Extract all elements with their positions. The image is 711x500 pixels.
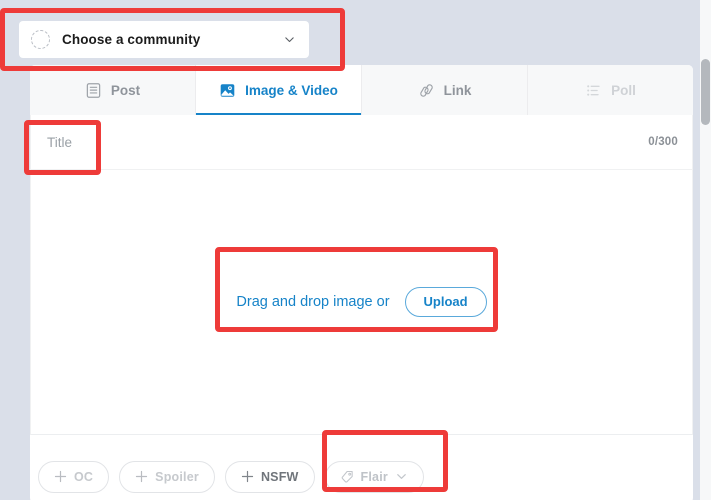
choose-a-community-selector[interactable]: Choose a community [19,21,309,58]
spoiler-button[interactable]: Spoiler [119,460,215,493]
upload-button[interactable]: Upload [404,287,487,317]
drag-and-drop-label: Drag and drop image or [236,294,390,310]
plus-icon [54,470,67,483]
tab-link[interactable]: Link [362,65,528,115]
document-lines-icon [86,82,101,98]
poll-list-icon [587,84,600,96]
title-character-counter: 0/300 [648,136,678,148]
title-row: 0/300 [30,115,693,170]
composer-tabbar: Post Image & Video Link Poll [30,65,693,115]
drag-and-drop-area[interactable]: Drag and drop image or Upload [30,170,693,435]
chain-link-icon [419,83,433,97]
chevron-down-icon [397,474,406,479]
flair-button[interactable]: Flair [324,460,424,493]
oc-label: OC [74,469,94,484]
tab-post-label: Post [110,82,141,98]
post-composer-card: Post Image & Video Link Poll Title 0/300… [30,65,693,500]
tab-poll-label: Poll [611,82,636,98]
tab-image-video-label: Image & Video [245,82,338,98]
plus-icon [136,470,148,483]
title-input[interactable] [47,134,649,150]
tab-image-video[interactable]: Image & Video [196,65,362,115]
oc-button[interactable]: OC [38,460,110,493]
post-options-bar: OC Spoiler NSFW Flair [30,435,693,500]
plus-icon [241,470,254,483]
vertical-scrollbar-track[interactable] [700,0,711,500]
dashed-circle-avatar [31,30,50,49]
tab-link-label: Link [443,82,472,98]
nsfw-label: NSFW [260,469,299,484]
tab-post[interactable]: Post [30,65,196,115]
image-photo-icon [220,83,235,97]
community-label: Choose a community [62,32,201,47]
chevron-down-icon [285,37,294,43]
flair-label: Flair [360,469,388,484]
nsfw-button[interactable]: NSFW [224,460,315,493]
vertical-scrollbar-thumb[interactable] [701,59,710,125]
tag-icon [341,470,353,483]
tab-poll[interactable]: Poll [528,65,693,115]
spoiler-label: Spoiler [155,469,199,484]
